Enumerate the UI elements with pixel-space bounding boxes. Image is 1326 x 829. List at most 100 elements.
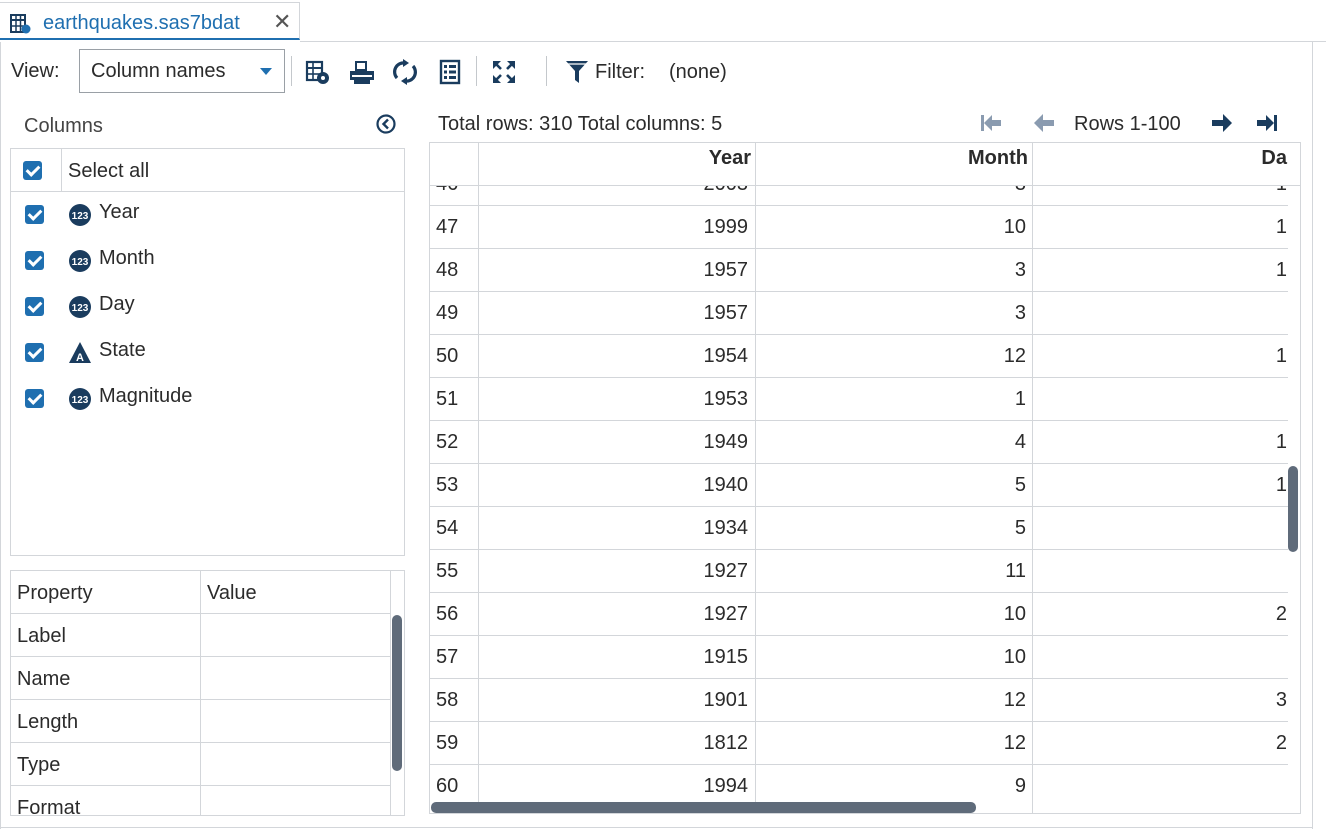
print-icon[interactable]: [348, 58, 376, 86]
expand-icon[interactable]: [490, 58, 518, 86]
column-header-year[interactable]: Year: [480, 143, 757, 186]
next-page-icon[interactable]: [1210, 112, 1234, 134]
close-icon[interactable]: ✕: [273, 9, 291, 35]
table-row[interactable]: 56 1927 10 2: [430, 593, 1288, 636]
column-checkbox[interactable]: [25, 297, 44, 316]
collapse-panel-icon[interactable]: [375, 113, 397, 135]
refresh-icon[interactable]: [391, 58, 419, 86]
table-row[interactable]: 50 1954 12 1: [430, 335, 1288, 378]
cell-day: 1: [1275, 345, 1287, 367]
row-number: 47: [436, 216, 459, 238]
filter-value[interactable]: (none): [669, 61, 727, 84]
table-row[interactable]: 47 1999 10 1: [430, 206, 1288, 249]
column-header-month[interactable]: Month: [757, 143, 1034, 186]
column-checkbox[interactable]: [25, 343, 44, 362]
property-name: Type: [17, 754, 61, 776]
frame-border-bottom: [0, 827, 1313, 828]
column-item-month[interactable]: 123 Month: [11, 238, 404, 284]
column-item-magnitude[interactable]: 123 Magnitude: [11, 376, 404, 422]
tab-earthquakes[interactable]: earthquakes.sas7bdat ✕: [0, 2, 300, 40]
table-row[interactable]: 52 1949 4 1: [430, 421, 1288, 464]
cell-year: 1901: [703, 689, 749, 711]
cell-day: 2: [1275, 603, 1287, 625]
table-row[interactable]: 46 2003 31: [430, 186, 1288, 206]
table-icon: [10, 14, 31, 34]
svg-text:A: A: [76, 352, 84, 364]
property-row: Length: [11, 700, 391, 743]
column-checkbox[interactable]: [25, 205, 44, 224]
column-header-day[interactable]: Da: [1034, 143, 1297, 186]
row-number: 48: [436, 259, 459, 281]
property-row: Name: [11, 657, 391, 700]
cell-day: 1: [1275, 431, 1287, 453]
cell-year: 1812: [703, 732, 749, 754]
property-row: Label: [11, 614, 391, 657]
table-row[interactable]: 51 1953 1: [430, 378, 1288, 421]
table-properties-icon[interactable]: [304, 58, 332, 86]
cell-day: 1: [1034, 186, 1287, 196]
view-dropdown[interactable]: Column names: [79, 49, 285, 93]
row-number-divider: [478, 143, 479, 813]
grid-horizontal-scrollbar[interactable]: [431, 802, 976, 813]
column-item-label: Day: [99, 293, 135, 315]
table-row[interactable]: 53 1940 5 1: [430, 464, 1288, 507]
filter-icon[interactable]: [565, 59, 589, 85]
cell-month: 5: [1014, 517, 1026, 539]
cell-month: 4: [1014, 431, 1026, 453]
cell-year: 1927: [703, 560, 749, 582]
table-row[interactable]: 59 1812 12 2: [430, 722, 1288, 765]
cell-month: 1: [1014, 388, 1026, 410]
cell-year: 1957: [703, 259, 749, 281]
cell-month: 10: [1003, 216, 1026, 238]
svg-text:123: 123: [72, 257, 89, 268]
column-checkbox[interactable]: [25, 251, 44, 270]
cell-month: 3: [757, 186, 1026, 196]
first-page-icon[interactable]: [979, 112, 1003, 134]
cell-month: 11: [1005, 560, 1026, 582]
list-icon[interactable]: [436, 58, 464, 86]
month-column-divider: [1032, 143, 1033, 813]
frame-border-left: [0, 42, 1, 829]
data-grid: Year Month Da 46200331471999101481957314…: [429, 142, 1301, 814]
cell-month: 5: [1014, 474, 1026, 496]
last-page-icon[interactable]: [1255, 112, 1279, 134]
table-row[interactable]: 57 1915 10: [430, 636, 1288, 679]
table-row[interactable]: 54 1934 5: [430, 507, 1288, 550]
properties-column-divider: [200, 571, 201, 815]
table-row[interactable]: 55 1927 11: [430, 550, 1288, 593]
grid-header-row: Year Month Da: [430, 143, 1300, 186]
cell-month: 10: [1003, 603, 1026, 625]
row-number: 51: [436, 388, 459, 410]
table-row[interactable]: 58 1901 12 3: [430, 679, 1288, 722]
previous-page-icon[interactable]: [1032, 112, 1056, 134]
cell-month: 3: [1014, 259, 1026, 281]
view-dropdown-value: Column names: [91, 60, 226, 82]
numeric-type-icon: 123: [69, 204, 91, 226]
totals-summary: Total rows: 310 Total columns: 5: [438, 113, 723, 135]
column-item-year[interactable]: 123 Year: [11, 192, 404, 238]
cell-month: 12: [1003, 689, 1026, 711]
cell-year: 1940: [703, 474, 749, 496]
column-checkbox[interactable]: [25, 389, 44, 408]
property-name: Label: [17, 625, 66, 647]
view-label: View:: [11, 60, 60, 82]
select-all-checkbox[interactable]: [23, 161, 42, 180]
column-item-day[interactable]: 123 Day: [11, 284, 404, 330]
grid-vertical-scrollbar[interactable]: [1288, 466, 1298, 552]
row-number: 49: [436, 302, 459, 324]
filter-label: Filter:: [595, 61, 645, 83]
properties-scrollbar[interactable]: [392, 615, 402, 771]
svg-text:123: 123: [72, 303, 89, 314]
toolbar-separator: [476, 56, 477, 86]
svg-text:123: 123: [72, 395, 89, 406]
column-item-state[interactable]: A State: [11, 330, 404, 376]
table-row[interactable]: 49 1957 3: [430, 292, 1288, 335]
frame-border-right: [1312, 42, 1313, 829]
table-row[interactable]: 48 1957 3 1: [430, 249, 1288, 292]
row-number: 60: [436, 775, 459, 797]
tab-underline: [300, 41, 1326, 42]
cell-year: 1934: [703, 517, 749, 539]
cell-year: 1957: [703, 302, 749, 324]
table-row[interactable]: 60 1994 9: [430, 765, 1288, 802]
property-row: Format: [11, 786, 391, 815]
